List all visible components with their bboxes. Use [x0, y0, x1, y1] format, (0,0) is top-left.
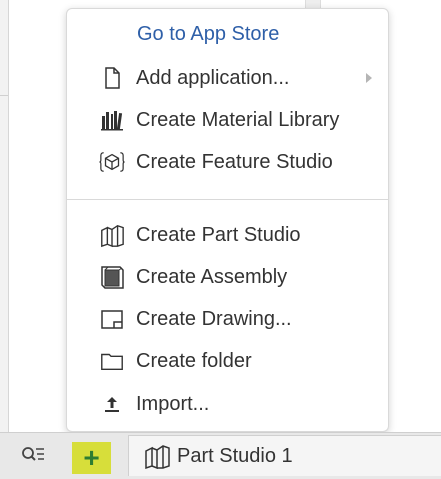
menu-item-label: Import... — [136, 392, 210, 415]
material-library-icon — [99, 107, 125, 133]
menu-item-label: Add application... — [136, 66, 290, 89]
menu-divider — [67, 199, 388, 200]
filter-list-button[interactable] — [18, 442, 48, 472]
menu-item-create-material-library[interactable]: Create Material Library — [67, 101, 388, 139]
go-to-app-store-link[interactable]: Go to App Store — [137, 23, 279, 46]
add-menu: Go to App Store Add application... Creat… — [66, 8, 389, 432]
assembly-icon — [99, 264, 125, 290]
menu-item-create-part-studio[interactable]: Create Part Studio — [67, 216, 388, 254]
menu-item-create-feature-studio[interactable]: Create Feature Studio — [67, 143, 388, 181]
menu-item-create-drawing[interactable]: Create Drawing... — [67, 300, 388, 338]
import-icon — [99, 391, 125, 417]
document-icon — [99, 65, 125, 91]
menu-item-label: Create folder — [136, 349, 252, 372]
folder-icon — [99, 348, 125, 374]
menu-item-label: Create Feature Studio — [136, 150, 333, 173]
tab-label: Part Studio 1 — [177, 444, 293, 467]
part-studio-icon — [99, 222, 125, 248]
add-button[interactable]: + — [72, 442, 111, 474]
filter-list-icon — [20, 444, 46, 471]
menu-item-create-folder[interactable]: Create folder — [67, 342, 388, 380]
bottom-tab-bar: + Part Studio 1 — [0, 432, 441, 479]
tab-part-studio-1[interactable]: Part Studio 1 — [128, 435, 441, 476]
feature-studio-icon — [99, 149, 125, 175]
menu-item-label: Create Drawing... — [136, 307, 292, 330]
menu-item-add-application[interactable]: Add application... — [67, 59, 388, 97]
menu-item-create-assembly[interactable]: Create Assembly — [67, 258, 388, 296]
part-studio-icon — [143, 443, 171, 469]
menu-item-import[interactable]: Import... — [67, 385, 388, 423]
drawing-icon — [99, 306, 125, 332]
menu-item-label: Create Assembly — [136, 265, 288, 288]
menu-item-label: Create Material Library — [136, 108, 340, 131]
chevron-right-icon — [366, 73, 372, 83]
panel-divider — [0, 95, 8, 96]
left-panel — [0, 0, 9, 432]
menu-item-label: Create Part Studio — [136, 223, 301, 246]
